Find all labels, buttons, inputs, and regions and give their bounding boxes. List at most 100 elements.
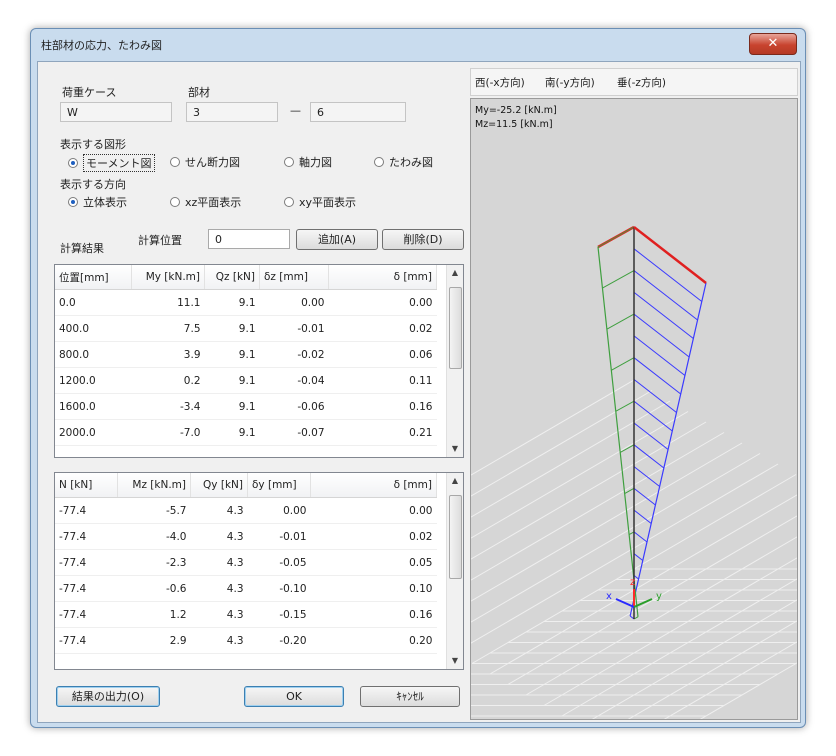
cell: -77.4: [55, 523, 118, 550]
title-bar[interactable]: 柱部材の応力、たわみ図 ✕: [31, 29, 805, 59]
scroll-thumb[interactable]: [449, 287, 462, 369]
radio-xy[interactable]: xy平面表示: [284, 194, 356, 210]
scroll-thumb[interactable]: [449, 495, 462, 579]
my-hatch-line: [633, 444, 665, 469]
cell: 0.00: [259, 289, 329, 316]
col-header[interactable]: Qz [kN]: [204, 265, 260, 290]
table-row[interactable]: -77.4 -5.7 4.3 0.00 0.00: [55, 497, 437, 524]
my-hatch-line: [633, 379, 677, 413]
my-hatch-line: [633, 335, 686, 376]
table-row[interactable]: 1600.0 -3.4 9.1 -0.06 0.16: [55, 393, 437, 420]
column-top-marker: [633, 226, 707, 284]
diagram-view[interactable]: My=-25.2 [kN.m] Mz=11.5 [kN.m] x y z: [470, 98, 798, 720]
member-from-field[interactable]: 3: [186, 102, 278, 122]
table2-scrollbar[interactable]: ▲ ▼: [446, 473, 463, 669]
output-results-button[interactable]: 結果の出力(O): [56, 686, 160, 707]
cell: -77.4: [55, 497, 118, 524]
radio-axial[interactable]: 軸力図: [284, 154, 332, 170]
delete-button[interactable]: 削除(D): [382, 229, 464, 250]
col-header[interactable]: Qy [kN]: [190, 473, 248, 498]
member-to-field[interactable]: 6: [310, 102, 406, 122]
radio-shear[interactable]: せん断力図: [170, 154, 240, 170]
cell: -0.01: [247, 523, 311, 550]
radio-deflection-label: たわみ図: [389, 156, 433, 169]
cell: 0.21: [328, 419, 437, 446]
diagram-canvas: x y z: [471, 225, 797, 719]
radio-dot: [68, 197, 78, 207]
cell: 2000.0: [55, 419, 132, 446]
my-hatch-line: [633, 553, 644, 561]
grid-line: [471, 453, 761, 623]
radio-xy-label: xy平面表示: [299, 196, 357, 209]
col-header[interactable]: N [kN]: [55, 473, 118, 498]
table-row[interactable]: -77.4 -0.6 4.3 -0.10 0.10: [55, 575, 437, 602]
cell: 1600.0: [55, 393, 132, 420]
table-row[interactable]: -77.4 1.2 4.3 -0.15 0.16: [55, 601, 437, 628]
tab-west[interactable]: 西(-x方向): [475, 75, 525, 90]
cell: 0.05: [310, 549, 437, 576]
table-row[interactable]: 1200.0 0.2 9.1 -0.04 0.11: [55, 367, 437, 394]
cell: 0.20: [310, 627, 437, 654]
col-header[interactable]: δz [mm]: [259, 265, 329, 290]
col-header[interactable]: δy [mm]: [247, 473, 311, 498]
cell: 0.2: [131, 367, 205, 394]
col-header[interactable]: Mz [kN.m]: [117, 473, 191, 498]
calc-position-input[interactable]: 0: [208, 229, 290, 249]
cell: -3.4: [131, 393, 205, 420]
cell: -0.15: [247, 601, 311, 628]
window-title: 柱部材の応力、たわみ図: [41, 39, 162, 52]
ok-button[interactable]: OK: [244, 686, 344, 707]
table-row[interactable]: 2000.0 -7.0 9.1 -0.07 0.21: [55, 419, 437, 446]
my-hatch-line: [633, 422, 669, 450]
table-row[interactable]: -77.4 -4.0 4.3 -0.01 0.02: [55, 523, 437, 550]
cell: -77.4: [55, 549, 118, 576]
radio-3d[interactable]: 立体表示: [68, 194, 127, 210]
cancel-button[interactable]: ｷｬﾝｾﾙ: [360, 686, 460, 707]
mz-hatch-line: [606, 313, 635, 330]
cell: 4.3: [190, 497, 248, 524]
scroll-down-icon[interactable]: ▼: [447, 653, 463, 669]
table-row[interactable]: -77.4 -2.3 4.3 -0.05 0.05: [55, 549, 437, 576]
my-hatch-line: [633, 357, 682, 395]
col-header[interactable]: My [kN.m]: [131, 265, 205, 290]
col-header[interactable]: δ [mm]: [328, 265, 437, 290]
radio-xz-label: xz平面表示: [185, 196, 242, 209]
cell: -2.3: [117, 549, 191, 576]
scroll-up-icon[interactable]: ▲: [447, 473, 463, 489]
calc-result-label: 計算結果: [60, 242, 104, 255]
result-table-mz[interactable]: N [kN] Mz [kN.m] Qy [kN] δy [mm] δ [mm] …: [54, 472, 464, 670]
cell: 400.0: [55, 315, 132, 342]
cell: 7.5: [131, 315, 205, 342]
add-button[interactable]: 追加(A): [296, 229, 378, 250]
col-header[interactable]: δ [mm]: [310, 473, 437, 498]
table-row[interactable]: 400.0 7.5 9.1 -0.01 0.02: [55, 315, 437, 342]
mz-hatch-line: [602, 270, 635, 289]
calc-position-label: 計算位置: [138, 234, 182, 247]
cell: -5.7: [117, 497, 191, 524]
radio-dot: [374, 157, 384, 167]
radio-dot: [284, 197, 294, 207]
table-row[interactable]: 0.0 11.1 9.1 0.00 0.00: [55, 289, 437, 316]
scroll-up-icon[interactable]: ▲: [447, 265, 463, 281]
radio-moment[interactable]: モーメント図: [68, 154, 155, 172]
cell: 4.3: [190, 601, 248, 628]
table1-scrollbar[interactable]: ▲ ▼: [446, 265, 463, 457]
cell: 4.3: [190, 523, 248, 550]
table-row[interactable]: 800.0 3.9 9.1 -0.02 0.06: [55, 341, 437, 368]
moment-my-diagram: [597, 225, 707, 620]
scroll-down-icon[interactable]: ▼: [447, 441, 463, 457]
table-row[interactable]: -77.4 2.9 4.3 -0.20 0.20: [55, 627, 437, 654]
cell: 0.02: [310, 523, 437, 550]
load-case-field[interactable]: W: [60, 102, 172, 122]
radio-deflection[interactable]: たわみ図: [374, 154, 433, 170]
radio-xz[interactable]: xz平面表示: [170, 194, 241, 210]
cell: 0.0: [55, 289, 132, 316]
radio-dot: [170, 197, 180, 207]
cell: 0.16: [310, 601, 437, 628]
cell: -77.4: [55, 627, 118, 654]
close-button[interactable]: ✕: [749, 33, 797, 55]
col-header[interactable]: 位置[mm]: [55, 265, 132, 290]
result-table-my[interactable]: 位置[mm] My [kN.m] Qz [kN] δz [mm] δ [mm] …: [54, 264, 464, 458]
tab-vertical[interactable]: 垂(-z方向): [617, 75, 666, 90]
tab-south[interactable]: 南(-y方向): [545, 75, 595, 90]
